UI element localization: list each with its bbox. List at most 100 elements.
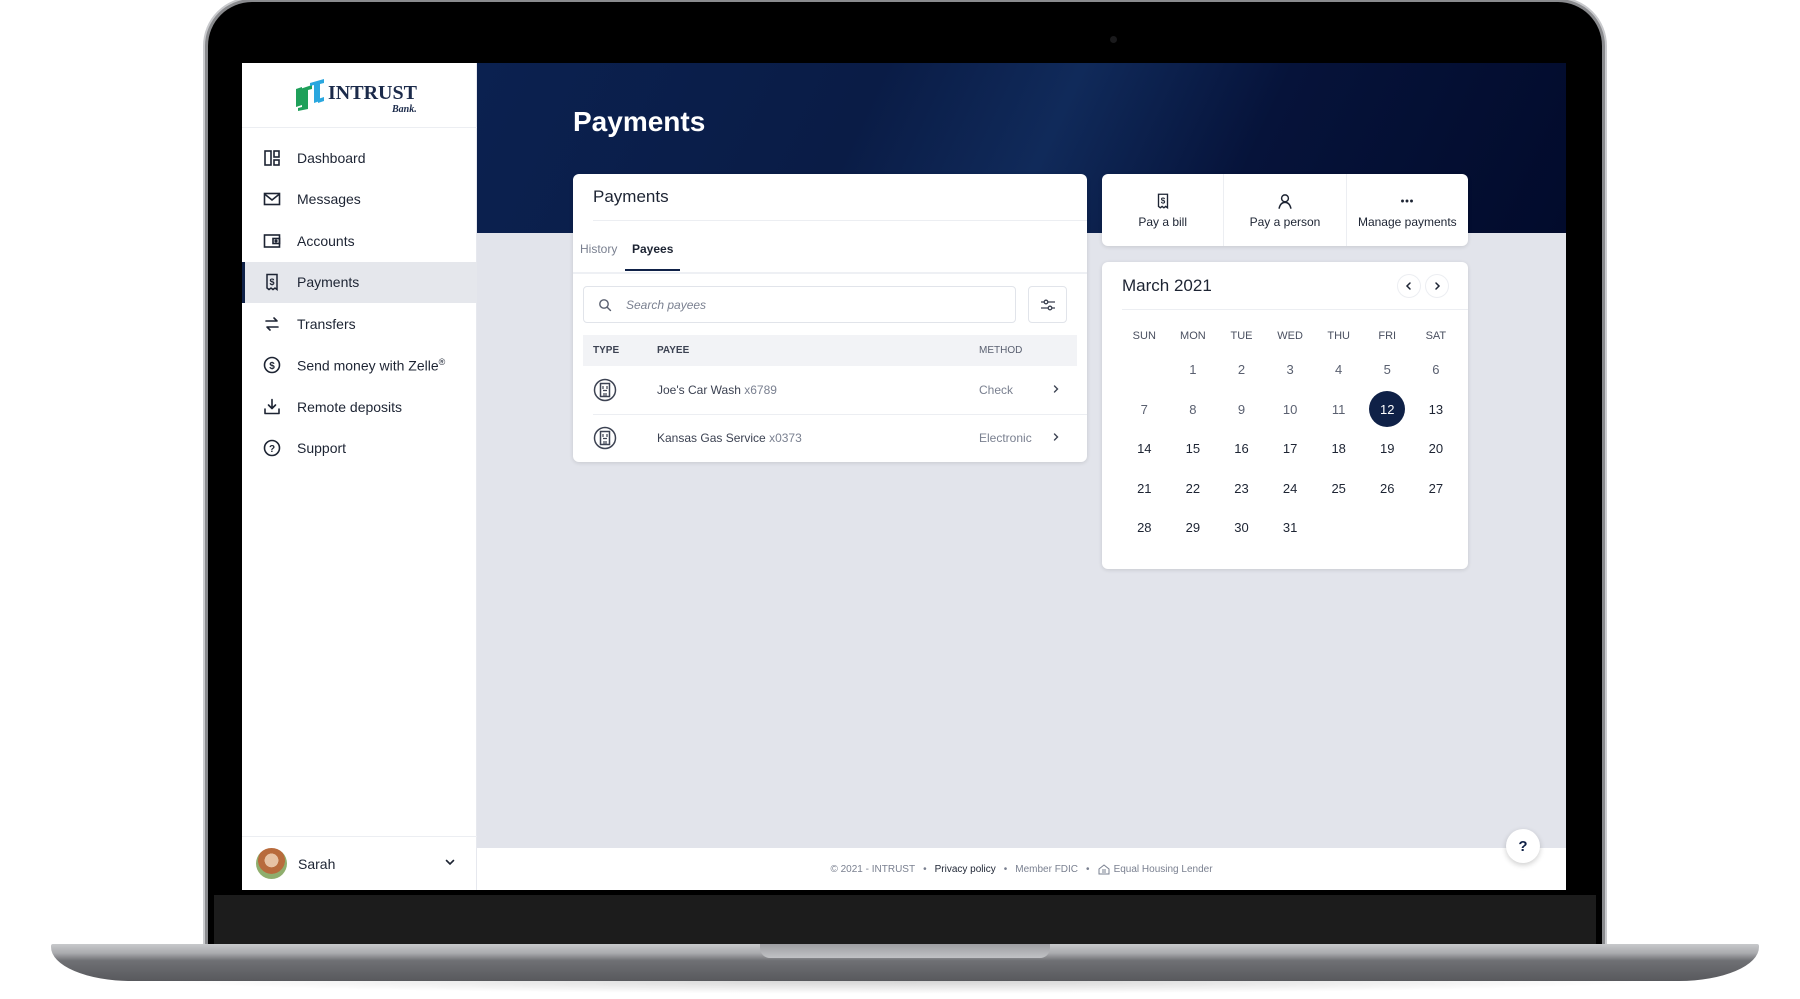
filter-button[interactable] xyxy=(1028,286,1067,323)
sidebar-item-label: Remote deposits xyxy=(297,398,403,415)
pay-a-bill-button[interactable]: $ Pay a bill xyxy=(1102,174,1225,246)
calendar-day[interactable]: 30 xyxy=(1217,508,1266,548)
calendar-day[interactable]: 29 xyxy=(1169,508,1218,548)
page-title: Payments xyxy=(573,106,706,137)
chevron-left-icon xyxy=(1405,282,1411,290)
calendar-day[interactable]: 14 xyxy=(1120,429,1169,469)
sidebar-item-zelle[interactable]: $ Send money with Zelle® xyxy=(242,345,477,387)
calendar-day[interactable]: 23 xyxy=(1217,469,1266,509)
payee-method: Electronic xyxy=(979,431,1032,445)
copyright: © 2021 - INTRUST xyxy=(830,863,916,875)
day-number: 2 xyxy=(1237,362,1246,378)
payee-row[interactable]: Joe's Car Wash x6789 Check xyxy=(583,366,1077,414)
sidebar-item-label: Messages xyxy=(297,191,361,208)
weekday-header: SUN xyxy=(1132,330,1156,342)
calendar-day[interactable]: 26 xyxy=(1363,469,1412,509)
calendar-day[interactable]: 1 xyxy=(1169,350,1218,390)
zelle-label-text: Send money with Zelle xyxy=(297,357,439,374)
previous-month-button[interactable] xyxy=(1398,275,1420,297)
calendar-day[interactable]: 31 xyxy=(1266,508,1315,548)
calendar-day[interactable]: 15 xyxy=(1169,429,1218,469)
column-header-type: TYPE xyxy=(593,345,620,356)
sidebar-item-label: Send money with Zelle® xyxy=(297,357,445,374)
laptop-shadow xyxy=(140,980,1670,994)
search-icon xyxy=(599,298,612,311)
weekday-header: FRI xyxy=(1378,330,1397,342)
day-number: 1 xyxy=(1189,362,1197,378)
payee-row[interactable]: Kansas Gas Service x0373 Electronic xyxy=(583,414,1077,462)
sidebar-item-dashboard[interactable]: Dashboard xyxy=(242,137,477,179)
user-menu[interactable]: Sarah xyxy=(242,837,477,890)
payments-card: Payments History Payees TYPE PAYEE METHO… xyxy=(573,174,1087,462)
laptop-chin xyxy=(214,895,1596,944)
sidebar-item-accounts[interactable]: Accounts xyxy=(242,220,477,262)
divider xyxy=(593,220,1087,221)
calendar-day[interactable]: 16 xyxy=(1217,429,1266,469)
footer: © 2021 - INTRUST • Privacy policy • Memb… xyxy=(477,848,1566,890)
calendar-day[interactable]: 19 xyxy=(1363,429,1412,469)
day-number: 21 xyxy=(1137,480,1152,496)
calendar-day[interactable]: 3 xyxy=(1266,350,1315,390)
calendar-day-selected[interactable]: 12 xyxy=(1363,390,1412,430)
tab-history[interactable]: History xyxy=(580,242,617,269)
member-fdic: Member FDIC xyxy=(1015,863,1079,875)
manage-payments-button[interactable]: Manage payments xyxy=(1347,174,1468,246)
sidebar-item-remote-deposits[interactable]: Remote deposits xyxy=(242,386,477,428)
weekday-header: THU xyxy=(1327,330,1350,342)
day-number: 31 xyxy=(1282,520,1298,536)
calendar-day[interactable]: 6 xyxy=(1412,350,1461,390)
action-label: Pay a person xyxy=(1249,214,1321,229)
calendar-day[interactable]: 17 xyxy=(1266,429,1315,469)
calendar-day[interactable]: 27 xyxy=(1412,469,1461,509)
sidebar-item-label: Support xyxy=(297,440,347,457)
calendar-day[interactable]: 24 xyxy=(1266,469,1315,509)
column-header-method: METHOD xyxy=(979,345,1023,356)
dollar-circle-icon: $ xyxy=(262,355,282,375)
day-number: 20 xyxy=(1428,441,1444,457)
calendar-day[interactable]: 21 xyxy=(1120,469,1169,509)
calendar-day[interactable]: 11 xyxy=(1314,390,1363,430)
sidebar-item-messages[interactable]: Messages xyxy=(242,179,477,221)
sliders-icon xyxy=(1040,299,1055,310)
help-button[interactable]: ? xyxy=(1506,829,1540,863)
sidebar-item-support[interactable]: ? Support xyxy=(242,428,477,470)
person-icon xyxy=(1278,193,1292,209)
calendar-day[interactable]: 18 xyxy=(1314,429,1363,469)
calendar-day[interactable]: 13 xyxy=(1412,390,1461,430)
calendar-day[interactable]: 20 xyxy=(1412,429,1461,469)
tab-payees[interactable]: Payees xyxy=(625,242,681,271)
sidebar-item-transfers[interactable]: Transfers xyxy=(242,303,477,345)
weekday-header: TUE xyxy=(1230,330,1253,342)
pay-a-person-button[interactable]: Pay a person xyxy=(1224,174,1347,246)
privacy-policy-link[interactable]: Privacy policy xyxy=(935,864,996,875)
calendar-day[interactable]: 22 xyxy=(1169,469,1218,509)
calendar-day[interactable]: 28 xyxy=(1120,508,1169,548)
separator: • xyxy=(1003,863,1008,875)
calendar-day[interactable]: 25 xyxy=(1314,469,1363,509)
building-icon xyxy=(593,378,617,402)
calendar-grid: SUN MON TUE WED THU FRI SAT 1 2 3 4 5 6 7 8 9 10 11 12 13 14… xyxy=(1120,322,1460,548)
next-month-button[interactable] xyxy=(1426,275,1448,297)
sidebar-item-payments[interactable]: $ Payments xyxy=(242,261,477,303)
search-payees-field[interactable] xyxy=(583,286,1016,323)
intrust-logo[interactable]: INTRUST Bank. xyxy=(292,75,432,117)
divider xyxy=(242,127,477,128)
calendar-day[interactable]: 7 xyxy=(1120,390,1169,430)
calendar-day[interactable]: 5 xyxy=(1363,350,1412,390)
calendar-day[interactable]: 4 xyxy=(1314,350,1363,390)
day-number: 7 xyxy=(1140,401,1148,417)
calendar-month-title: March 2021 xyxy=(1122,276,1212,295)
day-number: 3 xyxy=(1286,362,1294,378)
calendar-day[interactable]: 8 xyxy=(1169,390,1218,430)
calendar-day[interactable]: 2 xyxy=(1217,350,1266,390)
svg-text:$: $ xyxy=(1160,196,1165,205)
action-label: Manage payments xyxy=(1357,214,1457,229)
search-input[interactable] xyxy=(626,297,986,312)
table-header: TYPE PAYEE METHOD xyxy=(583,335,1077,366)
tabs: History Payees xyxy=(573,232,1087,274)
day-number: 30 xyxy=(1234,520,1249,536)
calendar-day[interactable]: 9 xyxy=(1217,390,1266,430)
payee-name: Kansas Gas Service x0373 xyxy=(657,431,802,445)
dashboard-icon xyxy=(262,148,282,168)
calendar-day[interactable]: 10 xyxy=(1266,390,1315,430)
